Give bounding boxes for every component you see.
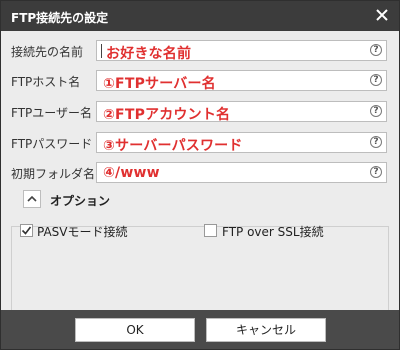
pasv-checkbox[interactable] bbox=[20, 224, 33, 237]
checkmark-icon bbox=[21, 226, 32, 235]
help-icon[interactable]: ? bbox=[370, 136, 382, 148]
field-label-password: FTPパスワード bbox=[11, 137, 93, 151]
options-title: オプション bbox=[47, 192, 114, 209]
chevron-up-icon bbox=[27, 195, 37, 202]
pasv-label[interactable]: PASVモード接続 bbox=[37, 223, 128, 240]
help-icon[interactable]: ? bbox=[370, 44, 382, 56]
close-icon[interactable] bbox=[373, 6, 391, 24]
connection-name-value: お好きな名前 bbox=[106, 46, 192, 62]
help-icon[interactable]: ? bbox=[370, 74, 382, 86]
ftp-over-ssl-checkbox[interactable] bbox=[204, 224, 217, 237]
ftp-password-input[interactable]: ③サーバーパスワード ? bbox=[96, 132, 387, 154]
dialog-content: 接続先の名前 お好きな名前 ? FTPホスト名 ①FTPサーバー名 ? FTPユ… bbox=[1, 32, 399, 332]
field-label-user: FTPユーザー名 bbox=[11, 106, 93, 120]
initial-folder-input[interactable]: ④/www ? bbox=[96, 162, 387, 183]
ftp-over-ssl-label[interactable]: FTP over SSL接続 bbox=[222, 223, 324, 240]
connection-name-input[interactable]: お好きな名前 ? bbox=[96, 40, 387, 62]
field-label-folder: 初期フォルダ名 bbox=[11, 167, 96, 181]
help-icon[interactable]: ? bbox=[370, 105, 382, 117]
text-cursor bbox=[101, 44, 102, 58]
ftp-user-input[interactable]: ②FTPアカウント名 ? bbox=[96, 101, 387, 123]
field-label-host: FTPホスト名 bbox=[11, 75, 81, 89]
field-label-connection-name: 接続先の名前 bbox=[11, 45, 84, 59]
initial-folder-value: ④/www bbox=[103, 165, 160, 181]
ftp-host-value: ①FTPサーバー名 bbox=[103, 76, 216, 92]
cancel-button[interactable]: キャンセル bbox=[206, 318, 326, 342]
ftp-user-value: ②FTPアカウント名 bbox=[103, 107, 231, 123]
collapse-options-button[interactable] bbox=[23, 190, 41, 208]
dialog-footer: OK キャンセル bbox=[1, 310, 399, 349]
dialog-title: FTP接続先の設定 bbox=[11, 11, 109, 25]
ok-button[interactable]: OK bbox=[75, 318, 195, 342]
ftp-settings-dialog: FTP接続先の設定 接続先の名前 お好きな名前 ? FTPホスト名 ①FTPサー… bbox=[0, 0, 400, 350]
ftp-host-input[interactable]: ①FTPサーバー名 ? bbox=[96, 70, 387, 92]
title-bar: FTP接続先の設定 bbox=[1, 1, 399, 31]
ftp-password-value: ③サーバーパスワード bbox=[103, 138, 243, 154]
help-icon[interactable]: ? bbox=[370, 166, 382, 178]
